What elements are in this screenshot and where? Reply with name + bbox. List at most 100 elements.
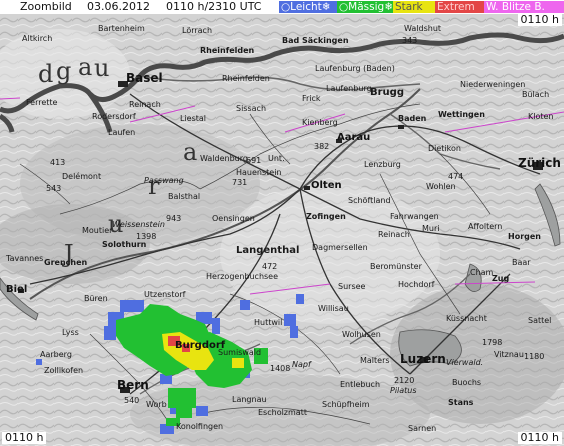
elevation-label: 1398 (136, 232, 157, 241)
place-label: Frick (302, 94, 321, 103)
place-label: Rheinfelden (200, 46, 255, 55)
place-label: Reinach (378, 230, 410, 239)
place-label: Passwang (144, 176, 184, 185)
timestamp-top-right: 0110 h (517, 14, 562, 26)
city-label: Zürich (518, 156, 561, 170)
place-label: Sattel (528, 316, 552, 325)
place-label: Vierwald. (446, 358, 484, 367)
place-label: Cham (470, 268, 494, 277)
place-label: Rodersdorf (92, 112, 136, 121)
elevation-label: 731 (232, 178, 248, 187)
place-label: Unt. (268, 154, 285, 163)
place-label: Balsthal (168, 192, 201, 201)
place-label: Moutier (82, 226, 113, 235)
place-label: Schöftland (348, 196, 391, 205)
legend-light: ○Leicht❄ (279, 1, 341, 13)
legend-circle-icon: ○ (339, 1, 349, 13)
region-letter: a (78, 53, 93, 81)
timestamp-bottom-right: 0110 h (517, 432, 562, 444)
place-label: Reinach (129, 100, 161, 109)
place-label: Affoltern (468, 222, 503, 231)
place-label: Vitznau (494, 350, 524, 359)
place-label: Escholzmatt (258, 408, 307, 417)
region-letter: u (94, 54, 110, 82)
place-label: Zug (492, 274, 510, 283)
place-label: Malters (360, 356, 390, 365)
place-label: Kienberg (302, 118, 338, 127)
place-label: Konolfingen (176, 422, 224, 431)
place-label: Buochs (452, 378, 482, 387)
view-title: Zoombild (20, 0, 72, 13)
elevation-label: 343 (402, 36, 418, 45)
place-label: Hochdorf (398, 280, 435, 289)
elevation-label: 943 (166, 214, 182, 223)
place-label: Zofingen (306, 212, 346, 221)
place-label: Huttwil (254, 318, 283, 327)
place-label: Bartenheim (98, 24, 145, 33)
place-label: Oensingen (212, 214, 255, 223)
place-label: Stans (448, 398, 474, 407)
place-label: Willisau (318, 304, 349, 313)
city-label: Bern (117, 378, 149, 392)
place-label: Ferrette (26, 98, 58, 107)
place-label: Rheinfelden (222, 74, 270, 83)
elevation-label: 540 (124, 396, 140, 405)
place-label: Herzogenbuchsee (206, 272, 279, 281)
timestamp-bottom-left: 0110 h (2, 432, 47, 444)
legend-circle-icon: ○ (281, 1, 291, 13)
elevation-label: 474 (448, 172, 464, 181)
place-label: Utzenstorf (144, 290, 186, 299)
elevation-label: 1180 (524, 352, 545, 361)
date-label: 03.06.2012 (87, 0, 150, 13)
snowflake-icon: ❄ (384, 1, 394, 13)
place-label: Muri (422, 224, 440, 233)
place-label: Schüpfheim (322, 400, 370, 409)
place-label: Aarberg (40, 350, 72, 359)
place-label: Napf (292, 360, 311, 369)
city-label: Basel (126, 71, 163, 85)
city-label: Olten (311, 180, 342, 191)
place-label: Baar (512, 258, 531, 267)
place-label: Entlebuch (340, 380, 381, 389)
place-label: Wolhusen (342, 330, 381, 339)
place-label: Horgen (508, 232, 541, 241)
place-label: Kloten (528, 112, 554, 121)
elevation-label: 382 (314, 142, 330, 151)
place-label: Laufenburg (326, 84, 372, 93)
place-label: Bülach (522, 90, 550, 99)
legend-lightning: W. Blitze B. (484, 1, 564, 13)
place-label: Sarnen (408, 424, 437, 433)
place-label: Pilatus (390, 386, 417, 395)
top-bar: Zoombild 03.06.2012 0110 h/2310 UTC ○Lei… (0, 0, 564, 14)
elevation-label: 413 (50, 158, 66, 167)
elevation-label: 543 (46, 184, 62, 193)
place-label: Brugg (370, 87, 404, 98)
place-label: Küssnacht (446, 314, 487, 323)
place-label: Sumiswald (218, 348, 262, 357)
time-label: 0110 h/2310 UTC (166, 0, 262, 13)
place-label: Dagmersellen (312, 243, 368, 252)
place-label: Dietikon (428, 144, 461, 153)
city-label: Biel (6, 284, 28, 295)
elevation-label: 1798 (482, 338, 503, 347)
place-label: Sissach (236, 104, 267, 113)
place-label: Baden (398, 114, 427, 123)
place-label: Lörrach (182, 26, 213, 35)
weather-radar-view: Zoombild 03.06.2012 0110 h/2310 UTC ○Lei… (0, 0, 564, 446)
place-label: Wettingen (438, 110, 485, 119)
place-label: Hauenstein (236, 168, 282, 177)
place-label: Worb (146, 400, 167, 409)
place-label: Tavannes (6, 254, 44, 263)
place-label: Langnau (232, 395, 267, 404)
place-label: Grenchen (44, 258, 88, 267)
place-label: Zollikofen (44, 366, 84, 375)
place-label: Beromünster (370, 262, 422, 271)
place-label: Laufen (108, 128, 136, 137)
place-label: Lenzburg (364, 160, 401, 169)
elevation-label: 2120 (394, 376, 415, 385)
place-label: Waldshut (404, 24, 442, 33)
place-label: Niederweningen (460, 80, 526, 89)
elevation-label: 691 (246, 156, 262, 165)
legend-extreme: Extrem (435, 1, 488, 13)
region-letter: a (183, 138, 198, 166)
